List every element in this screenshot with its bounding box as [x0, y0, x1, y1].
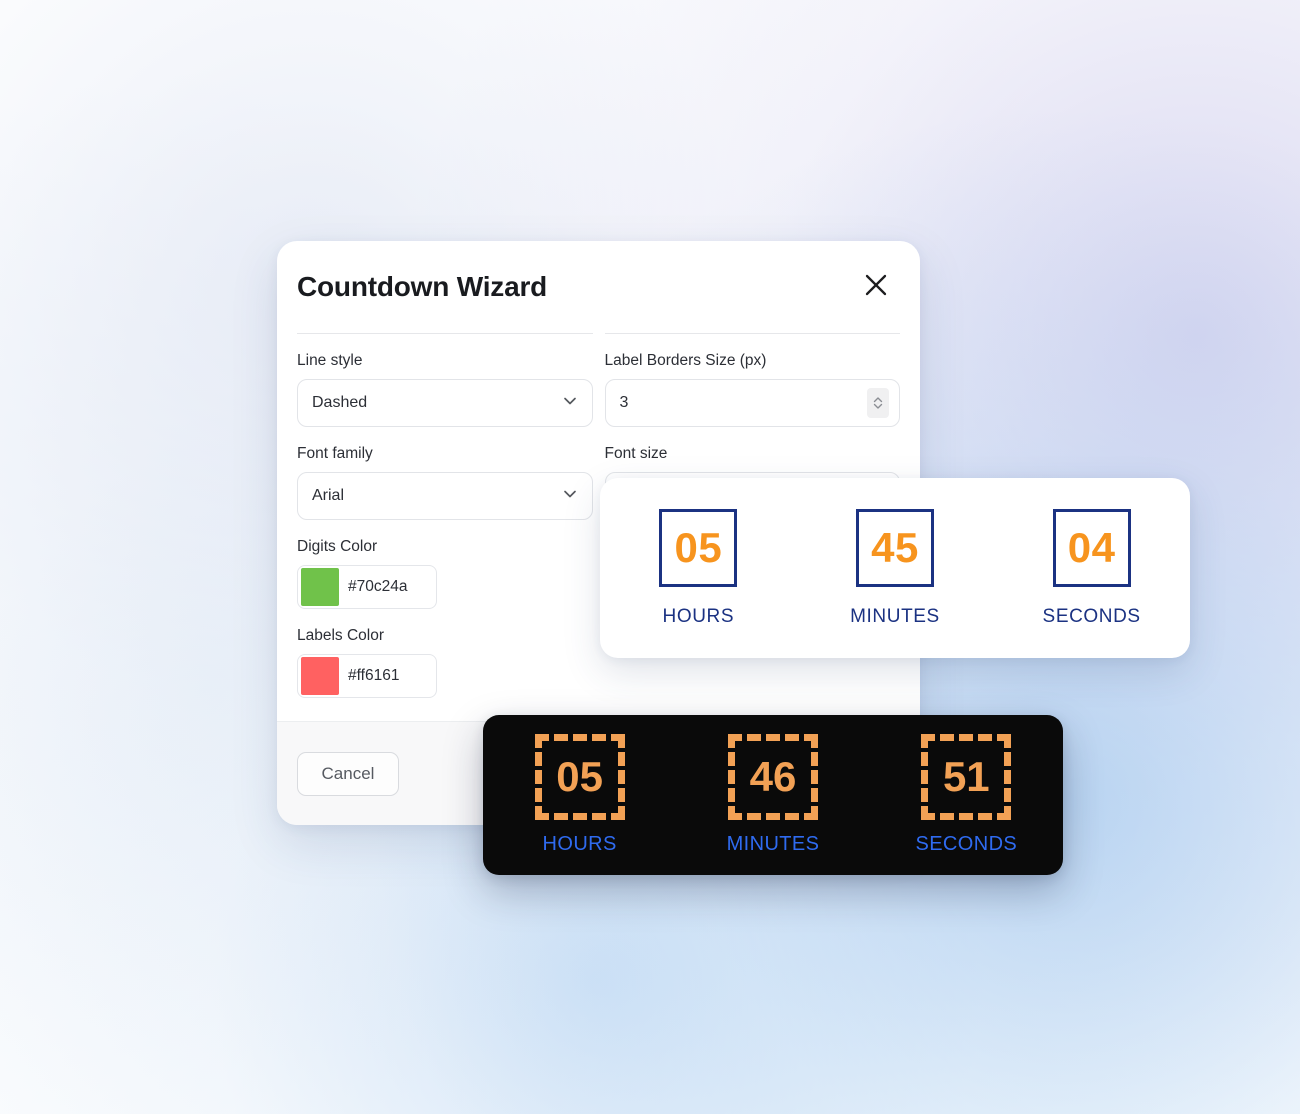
preview-light-seconds-label: SECONDS [1042, 605, 1141, 627]
label-borders-size-value: 3 [619, 394, 629, 411]
font-size-label: Font size [604, 445, 668, 462]
line-style-select[interactable]: Dashed [297, 379, 593, 427]
label-borders-size-input[interactable]: 3 [604, 379, 900, 427]
labels-color-value: #ff6161 [348, 667, 400, 684]
line-style-value: Dashed [312, 394, 368, 411]
close-button[interactable] [856, 265, 896, 305]
field-labels-color: Labels Color #ff6161 [297, 627, 593, 698]
chevron-down-icon [562, 393, 578, 414]
preview-light-unit-seconds: 04 SECONDS [1017, 508, 1167, 628]
label-borders-size-label: Label Borders Size (px) [604, 352, 767, 369]
font-family-value: Arial [312, 487, 345, 504]
preview-dark-seconds-value: 51 [921, 734, 1012, 820]
preview-light-minutes-label: MINUTES [850, 605, 940, 627]
chevron-down-icon [562, 486, 578, 507]
field-digits-color: Digits Color #70c24a [297, 538, 593, 609]
preview-dark-minutes-value: 46 [727, 734, 818, 820]
preview-light-hours-label: HOURS [662, 605, 735, 627]
preview-dark-unit-hours: 05 HOURS [500, 734, 660, 856]
digits-color-input[interactable]: #70c24a [297, 565, 437, 609]
labels-color-input[interactable]: #ff6161 [297, 654, 437, 698]
divider-right [604, 333, 900, 334]
preview-dark-hours-value: 05 [534, 734, 625, 820]
field-font-family: Font family Arial [297, 445, 593, 520]
preview-light-unit-minutes: 45 MINUTES [820, 508, 970, 628]
page-title: Countdown Wizard [297, 271, 548, 302]
countdown-preview-light: 05 HOURS 45 MINUTES 04 SECONDS [600, 478, 1190, 658]
preview-dark-seconds-label: SECONDS [915, 833, 1018, 855]
digits-color-swatch[interactable] [301, 568, 339, 606]
digits-color-value: #70c24a [348, 578, 408, 595]
divider-left [297, 333, 593, 334]
labels-color-swatch[interactable] [301, 657, 339, 695]
preview-light-seconds-value: 04 [1052, 508, 1131, 587]
preview-dark-unit-seconds: 51 SECONDS [886, 734, 1046, 856]
digits-color-label: Digits Color [297, 538, 378, 555]
preview-dark-minutes-label: MINUTES [726, 833, 820, 855]
stepper-updown-icon[interactable] [867, 388, 889, 418]
line-style-label: Line style [297, 352, 363, 369]
font-family-select[interactable]: Arial [297, 472, 593, 520]
preview-light-unit-hours: 05 HOURS [623, 508, 773, 628]
field-label-borders-size: Label Borders Size (px) 3 [604, 352, 900, 427]
close-icon [863, 272, 889, 298]
preview-light-minutes-value: 45 [855, 508, 934, 587]
dialog-header: Countdown Wizard [277, 241, 920, 333]
preview-dark-hours-label: HOURS [542, 833, 617, 855]
form-column-left: Line style Dashed Font family Arial Digi… [297, 333, 593, 716]
field-line-style: Line style Dashed [297, 352, 593, 427]
labels-color-label: Labels Color [297, 627, 385, 644]
countdown-preview-dark: 05 HOURS 46 MINUTES 51 SECONDS [483, 715, 1063, 875]
cancel-button[interactable]: Cancel [297, 751, 399, 796]
preview-dark-unit-minutes: 46 MINUTES [693, 734, 853, 856]
font-family-label: Font family [297, 445, 373, 462]
preview-light-hours-value: 05 [659, 508, 738, 587]
